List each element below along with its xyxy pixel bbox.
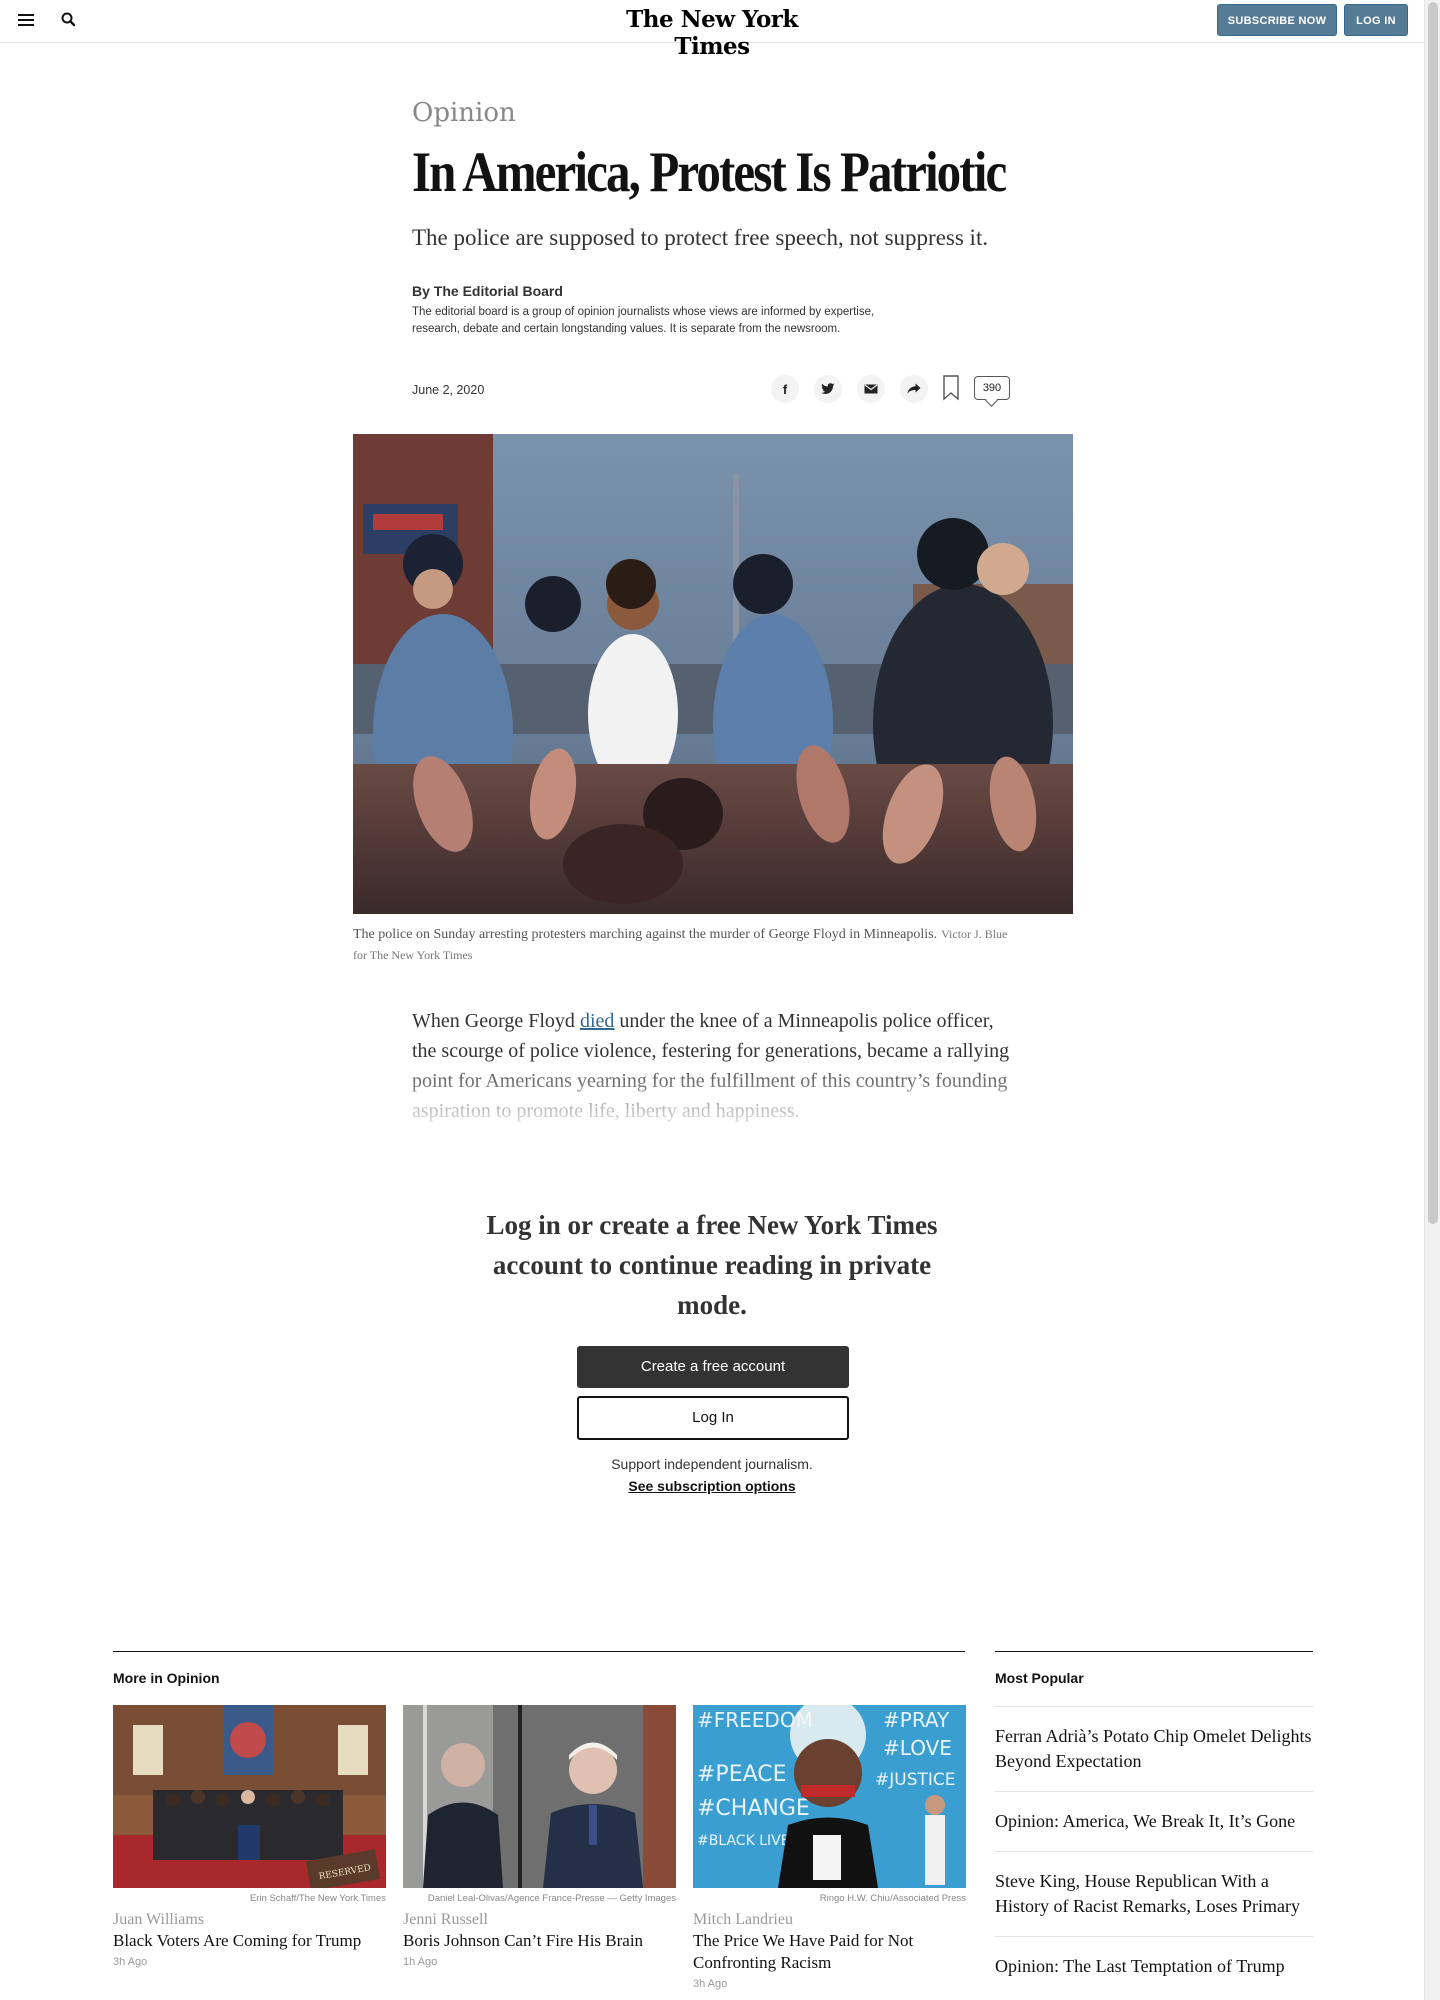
gate-log-in-button[interactable]: Log In [577,1396,849,1440]
mural-text: #PEACE [697,1762,787,1787]
card-timestamp: 1h Ago [403,1956,438,1968]
card-author[interactable]: Juan Williams [113,1911,386,1929]
section-kicker[interactable]: Opinion [412,98,516,128]
hamburger-menu-icon[interactable] [18,12,34,28]
mural-text: #CHANGE [697,1796,810,1821]
page-scrollbar[interactable] [1424,0,1440,2000]
mural-text: #JUSTICE [875,1770,956,1790]
most-popular-item[interactable]: Opinion: The Last Temptation of Trump [995,1936,1313,1996]
card-timestamp: 3h Ago [693,1978,728,1990]
card-photo-credit: Ringo H.W. Chiu/Associated Press [819,1893,966,1904]
subscription-options-link[interactable]: See subscription options [512,1478,912,1494]
card-photo-credit: Erin Schaff/The New York Times [249,1893,386,1904]
search-icon[interactable] [60,11,78,29]
most-popular-item[interactable]: Opinion: America, We Break It, It’s Gone [995,1791,1313,1851]
more-in-opinion-label[interactable]: More in Opinion [113,1670,220,1686]
login-gate-title: Log in or create a free New York Times a… [486,1210,938,1320]
card-thumbnail[interactable] [403,1705,676,1888]
facebook-icon[interactable]: f [771,375,799,403]
mural-text: #LOVE [883,1736,952,1760]
support-journalism-text: Support independent journalism. [611,1456,813,1472]
bookmark-icon[interactable] [942,375,960,401]
scrollbar-thumb[interactable] [1428,2,1438,1224]
section-divider [995,1651,1313,1652]
create-free-account-button[interactable]: Create a free account [577,1346,849,1388]
opinion-card[interactable]: #FREEDOM #PRAY #LOVE #PEACE #JUSTICE #CH… [693,1705,966,1990]
opinion-card[interactable]: Daniel Leal-Olivas/Agence France-Presse … [403,1705,676,1968]
card-title[interactable]: Boris Johnson Can’t Fire His Brain [403,1930,676,1952]
died-link[interactable]: died [580,1010,614,1032]
opinion-card[interactable]: RESERVED Erin Schaff/The New York Times … [113,1705,386,1968]
subscribe-now-button[interactable]: SUBSCRIBE NOW [1217,4,1337,36]
article-headline: In America, Protest Is Patriotic [412,141,1007,204]
section-divider [113,1651,965,1652]
top-navigation-bar: The New York Times SUBSCRIBE NOW LOG IN [0,0,1424,60]
most-popular-item[interactable]: Steve King, House Republican With a Hist… [995,1851,1313,1936]
lead-photo[interactable] [353,434,1073,914]
text-fade-overlay [400,1060,1040,1160]
share-icon[interactable] [900,375,928,403]
author-bio: The editorial board is a group of opinio… [412,306,875,335]
email-icon[interactable] [857,375,885,403]
card-timestamp: 3h Ago [113,1956,148,1968]
most-popular-list: Ferran Adrià’s Potato Chip Omelet Deligh… [995,1706,1313,1996]
twitter-icon[interactable] [814,375,842,403]
mural-text: #PRAY [883,1708,950,1732]
comments-button[interactable]: 390 [974,376,1010,400]
caption-text: The police on Sunday arresting protester… [353,927,938,942]
card-photo-credit: Daniel Leal-Olivas/Agence France-Presse … [427,1893,676,1904]
publish-date: June 2, 2020 [412,383,485,397]
article-summary: The police are supposed to protect free … [412,225,989,250]
card-title[interactable]: The Price We Have Paid for Not Confronti… [693,1930,966,1974]
most-popular-label: Most Popular [995,1670,1084,1686]
byline[interactable]: By The Editorial Board [412,283,563,299]
photo-caption: The police on Sunday arresting protester… [353,924,1013,966]
card-title[interactable]: Black Voters Are Coming for Trump [113,1930,386,1952]
card-thumbnail[interactable]: RESERVED [113,1705,386,1888]
nyt-logo[interactable]: The New York Times [612,6,812,60]
card-author[interactable]: Mitch Landrieu [693,1911,966,1929]
card-thumbnail[interactable]: #FREEDOM #PRAY #LOVE #PEACE #JUSTICE #CH… [693,1705,966,1888]
most-popular-item[interactable]: Ferran Adrià’s Potato Chip Omelet Deligh… [995,1706,1313,1791]
header-log-in-button[interactable]: LOG IN [1344,4,1408,36]
card-author[interactable]: Jenni Russell [403,1911,676,1929]
